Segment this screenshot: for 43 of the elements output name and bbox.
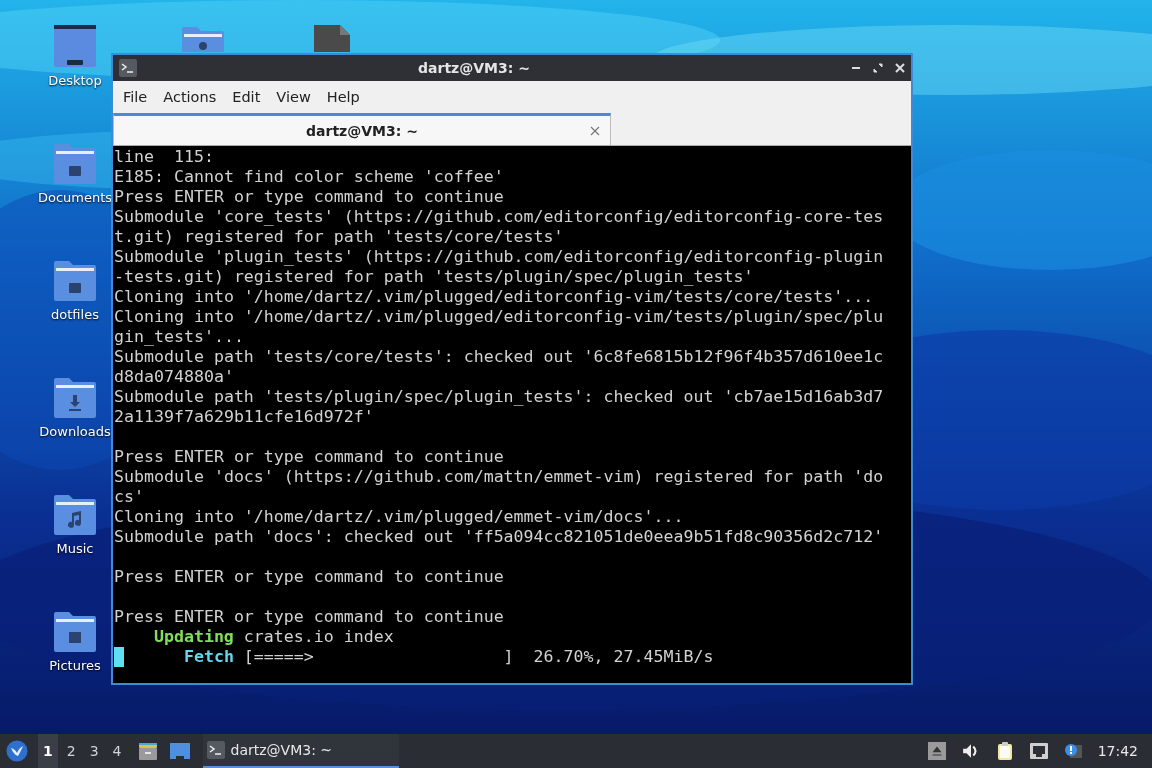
terminal-line: Submodule path 'tests/core/tests': checked out '6c8fe6815b12f96f4b357d610ee1c [114, 347, 884, 367]
terminal-line: Press ENTER or type command to continue [114, 567, 504, 587]
workspace-button[interactable]: 3 [84, 734, 104, 768]
terminal-line: Submodule 'docs' (https://github.com/mattn/emmet-vim) registered for path 'do [114, 467, 884, 487]
terminal-line: cs' [114, 487, 144, 507]
menu-item[interactable]: Help [318, 89, 368, 105]
terminal-line: Cloning into '/home/dartz/.vim/plugged/editorconfig-vim/tests/core/tests'... [114, 287, 874, 307]
terminal-line: line 115: [114, 147, 214, 167]
terminal-line: Cloning into '/home/dartz/.vim/plugged/editorconfig-vim/tests/plugin/spec/plu [114, 307, 884, 327]
menu-item[interactable]: Actions [155, 89, 225, 105]
terminal-line: Submodule 'core_tests' (https://github.com/editorconfig/editorconfig-core-tes [114, 207, 884, 227]
workspace-button[interactable]: 2 [61, 734, 81, 768]
menu-item[interactable]: Edit [224, 89, 269, 105]
terminal-line: 2a1139f7a629b11cfe16d972f' [114, 407, 374, 427]
terminal-line: crates.io index [243, 627, 394, 647]
taskbar-window-button[interactable]: dartz@VM3: ~ [202, 734, 399, 768]
workspace-button[interactable]: 1 [38, 734, 58, 768]
workspace-button[interactable]: 4 [107, 734, 127, 768]
terminal-line: Submodule path 'docs': checked out 'ff5a094cc821051de0eea9b51fd8c90356d2c712' [114, 527, 884, 547]
terminal-line: gin_tests'... [114, 327, 244, 347]
icon-label[interactable]: Documents [37, 190, 113, 205]
terminal-line: Press ENTER or type command to continue [114, 447, 504, 467]
terminal-line: Submodule 'plugin_tests' (https://github.com/editorconfig/editorconfig-plugin [114, 247, 884, 267]
window-title: dartz@VM3: ~ [417, 60, 531, 76]
status-label: Fetch [183, 647, 234, 667]
icon-label[interactable]: Downloads [39, 424, 111, 439]
icon-label[interactable]: Pictures [49, 658, 101, 673]
terminal-line: -tests.git) registered for path 'tests/plugin/spec/plugin_tests' [114, 267, 754, 287]
status-label: Updating [153, 627, 234, 647]
terminal-line: Submodule path 'tests/plugin/spec/plugin_tests': checked out 'cb7ae15d16ab3d7 [114, 387, 884, 407]
terminal-line: Press ENTER or type command to continue [114, 607, 504, 627]
menu-item[interactable]: File [115, 89, 156, 105]
terminal-line: Press ENTER or type command to continue [114, 187, 504, 207]
terminal-line: [=====> ] 26.70%, 27.45MiB/s [243, 647, 714, 667]
terminal-line: E185: Cannot find color scheme 'coffee' [114, 167, 504, 187]
terminal-line: d8da074880a' [114, 367, 234, 387]
terminal-line: Cloning into '/home/dartz/.vim/plugged/emmet-vim/docs'... [114, 507, 684, 527]
terminal-line: t.git) registered for path 'tests/core/tests' [114, 227, 564, 247]
icon-label[interactable]: dotfiles [51, 307, 99, 322]
terminal-tab[interactable]: dartz@VM3: ~ [113, 113, 611, 145]
menu-item[interactable]: View [268, 89, 319, 105]
icon-label[interactable]: Music [56, 541, 94, 556]
clock[interactable]: 17:42 [1097, 743, 1138, 759]
